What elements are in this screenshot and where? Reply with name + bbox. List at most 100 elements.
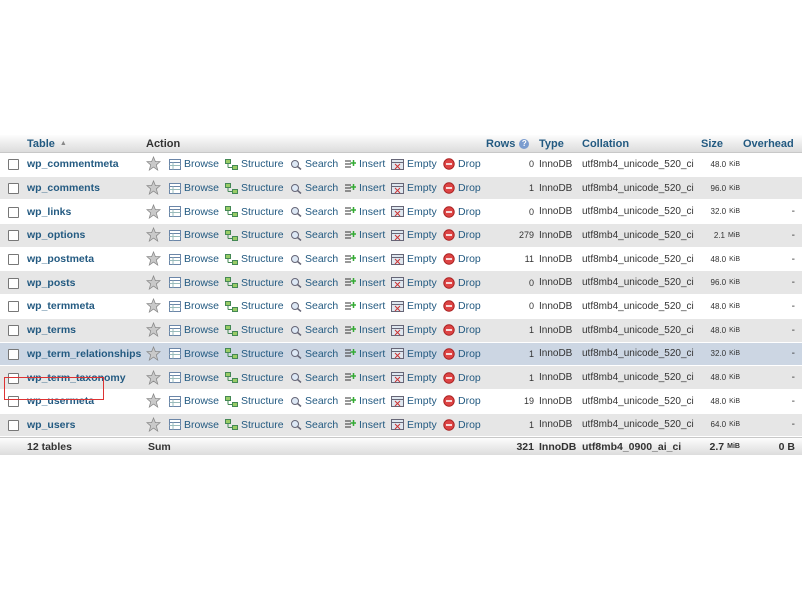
favorite-star-icon[interactable] — [146, 322, 161, 338]
browse-link[interactable]: Browse — [169, 177, 219, 200]
browse-link[interactable]: Browse — [169, 390, 219, 413]
search-link[interactable]: Search — [290, 153, 338, 176]
search-link[interactable]: Search — [290, 390, 338, 413]
empty-link[interactable]: Empty — [391, 200, 437, 223]
structure-link[interactable]: Structure — [225, 366, 284, 389]
browse-link[interactable]: Browse — [169, 271, 219, 294]
drop-link[interactable]: Drop — [443, 153, 481, 176]
table-name-link[interactable]: wp_terms — [27, 319, 76, 342]
insert-link[interactable]: Insert — [344, 224, 385, 247]
table-size[interactable]: 2.1 MiB — [690, 224, 740, 247]
table-size[interactable]: 48.0 KiB — [690, 248, 740, 271]
table-name-link[interactable]: wp_commentmeta — [27, 153, 119, 176]
favorite-star-icon[interactable] — [146, 227, 161, 243]
insert-link[interactable]: Insert — [344, 153, 385, 176]
browse-link[interactable]: Browse — [169, 366, 219, 389]
search-link[interactable]: Search — [290, 319, 338, 342]
search-link[interactable]: Search — [290, 366, 338, 389]
browse-link[interactable]: Browse — [169, 319, 219, 342]
table-name-link[interactable]: wp_comments — [27, 177, 100, 200]
structure-link[interactable]: Structure — [225, 390, 284, 413]
insert-link[interactable]: Insert — [344, 248, 385, 271]
row-checkbox[interactable] — [8, 325, 19, 337]
drop-link[interactable]: Drop — [443, 200, 481, 223]
insert-link[interactable]: Insert — [344, 319, 385, 342]
structure-link[interactable]: Structure — [225, 414, 284, 437]
favorite-star-icon[interactable] — [146, 156, 161, 172]
drop-link[interactable]: Drop — [443, 390, 481, 413]
table-name-link[interactable]: wp_term_relationships — [27, 343, 141, 366]
column-header-rows[interactable]: Rows? — [486, 135, 530, 152]
insert-link[interactable]: Insert — [344, 366, 385, 389]
favorite-star-icon[interactable] — [146, 416, 161, 432]
empty-link[interactable]: Empty — [391, 366, 437, 389]
drop-link[interactable]: Drop — [443, 319, 481, 342]
empty-link[interactable]: Empty — [391, 224, 437, 247]
insert-link[interactable]: Insert — [344, 343, 385, 366]
drop-link[interactable]: Drop — [443, 248, 481, 271]
column-header-collation[interactable]: Collation — [582, 135, 629, 152]
table-name-link[interactable]: wp_postmeta — [27, 248, 94, 271]
table-name-link[interactable]: wp_links — [27, 200, 71, 223]
row-checkbox[interactable] — [8, 230, 19, 242]
column-header-type[interactable]: Type — [539, 135, 564, 152]
structure-link[interactable]: Structure — [225, 343, 284, 366]
search-link[interactable]: Search — [290, 414, 338, 437]
favorite-star-icon[interactable] — [146, 298, 161, 314]
browse-link[interactable]: Browse — [169, 224, 219, 247]
row-checkbox[interactable] — [8, 348, 19, 360]
insert-link[interactable]: Insert — [344, 390, 385, 413]
search-link[interactable]: Search — [290, 177, 338, 200]
empty-link[interactable]: Empty — [391, 177, 437, 200]
insert-link[interactable]: Insert — [344, 200, 385, 223]
help-icon[interactable]: ? — [519, 138, 530, 149]
empty-link[interactable]: Empty — [391, 319, 437, 342]
structure-link[interactable]: Structure — [225, 177, 284, 200]
drop-link[interactable]: Drop — [443, 177, 481, 200]
table-size[interactable]: 32.0 KiB — [690, 343, 740, 366]
empty-link[interactable]: Empty — [391, 414, 437, 437]
favorite-star-icon[interactable] — [146, 274, 161, 290]
table-size[interactable]: 96.0 KiB — [690, 177, 740, 200]
browse-link[interactable]: Browse — [169, 153, 219, 176]
row-checkbox[interactable] — [8, 277, 19, 289]
empty-link[interactable]: Empty — [391, 248, 437, 271]
search-link[interactable]: Search — [290, 271, 338, 294]
table-size[interactable]: 48.0 KiB — [690, 295, 740, 318]
search-link[interactable]: Search — [290, 200, 338, 223]
structure-link[interactable]: Structure — [225, 153, 284, 176]
table-size[interactable]: 48.0 KiB — [690, 153, 740, 176]
search-link[interactable]: Search — [290, 295, 338, 318]
browse-link[interactable]: Browse — [169, 200, 219, 223]
empty-link[interactable]: Empty — [391, 271, 437, 294]
table-size[interactable]: 64.0 KiB — [690, 414, 740, 437]
insert-link[interactable]: Insert — [344, 414, 385, 437]
drop-link[interactable]: Drop — [443, 343, 481, 366]
row-checkbox[interactable] — [8, 206, 19, 218]
table-size[interactable]: 48.0 KiB — [690, 390, 740, 413]
table-name-link[interactable]: wp_options — [27, 224, 85, 247]
browse-link[interactable]: Browse — [169, 295, 219, 318]
column-header-size[interactable]: Size — [701, 135, 723, 152]
structure-link[interactable]: Structure — [225, 200, 284, 223]
favorite-star-icon[interactable] — [146, 203, 161, 219]
table-size[interactable]: 48.0 KiB — [690, 319, 740, 342]
column-header-table[interactable]: Table ▲ — [27, 135, 67, 152]
insert-link[interactable]: Insert — [344, 177, 385, 200]
drop-link[interactable]: Drop — [443, 295, 481, 318]
drop-link[interactable]: Drop — [443, 224, 481, 247]
row-checkbox[interactable] — [8, 301, 19, 313]
empty-link[interactable]: Empty — [391, 153, 437, 176]
structure-link[interactable]: Structure — [225, 224, 284, 247]
table-size[interactable]: 96.0 KiB — [690, 271, 740, 294]
insert-link[interactable]: Insert — [344, 295, 385, 318]
drop-link[interactable]: Drop — [443, 366, 481, 389]
browse-link[interactable]: Browse — [169, 248, 219, 271]
browse-link[interactable]: Browse — [169, 414, 219, 437]
favorite-star-icon[interactable] — [146, 180, 161, 196]
row-checkbox[interactable] — [8, 159, 19, 171]
empty-link[interactable]: Empty — [391, 295, 437, 318]
table-name-link[interactable]: wp_termmeta — [27, 295, 95, 318]
favorite-star-icon[interactable] — [146, 393, 161, 409]
favorite-star-icon[interactable] — [146, 345, 161, 361]
